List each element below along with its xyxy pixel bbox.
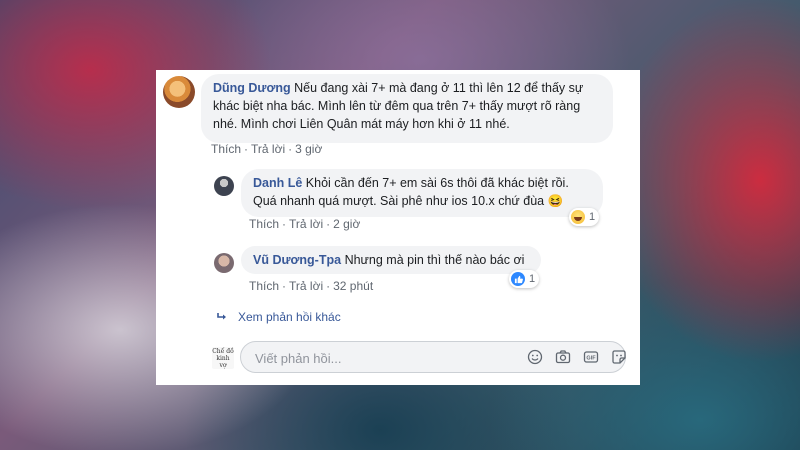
reaction-count: 1 <box>589 211 596 223</box>
avatar[interactable]: Chế đồ kinh vợ <box>212 347 234 369</box>
reply-actions: Thích · Trả lời · 32 phút <box>249 279 374 293</box>
comment-actions: Thích · Trả lời · 3 giờ <box>211 142 323 156</box>
emoji: 😆 <box>547 194 564 208</box>
reply-text: Nhưng mà pin thì thế nào bác ơi <box>344 253 525 267</box>
reply-button[interactable]: Trả lời <box>289 279 323 293</box>
reply-time[interactable]: 32 phút <box>333 279 373 293</box>
like-button[interactable]: Thích <box>249 279 279 293</box>
reply-author[interactable]: Danh Lê <box>253 176 302 190</box>
reply-bubble: Danh Lê Khỏi cần đến 7+ em sài 6s thôi đ… <box>241 169 603 217</box>
like-button[interactable]: Thích <box>249 217 279 231</box>
reply-arrow-icon <box>217 313 226 320</box>
reply-bubble: Vũ Dương-Tpa Nhưng mà pin thì thế nào bá… <box>241 246 541 274</box>
comment-author[interactable]: Dũng Dương <box>213 81 291 95</box>
avatar[interactable] <box>214 253 234 273</box>
gif-icon[interactable]: GIF <box>583 349 599 365</box>
reply-button[interactable]: Trả lời <box>251 142 285 156</box>
more-replies-link[interactable]: Xem phản hồi khác <box>216 310 341 324</box>
svg-text:GIF: GIF <box>586 356 596 362</box>
avatar[interactable] <box>214 176 234 196</box>
camera-icon[interactable] <box>555 349 571 365</box>
comment-thread-panel: Dũng Dương Nếu đang xài 7+ mà đang ở 11 … <box>156 70 640 385</box>
comment-time[interactable]: 3 giờ <box>295 142 322 156</box>
haha-icon <box>571 210 585 224</box>
like-icon <box>511 272 525 286</box>
more-replies-label: Xem phản hồi khác <box>238 310 341 324</box>
reply-time[interactable]: 2 giờ <box>333 217 360 231</box>
like-button[interactable]: Thích <box>211 142 241 156</box>
reply-button[interactable]: Trả lời <box>289 217 323 231</box>
reply-input[interactable] <box>253 342 517 374</box>
reaction-count: 1 <box>529 273 536 285</box>
reaction-badge[interactable]: 1 <box>509 270 540 288</box>
reply-actions: Thích · Trả lời · 2 giờ <box>249 217 361 231</box>
avatar[interactable] <box>163 76 195 108</box>
reply-composer: GIF <box>240 341 627 374</box>
reaction-badge[interactable]: 1 <box>569 208 600 226</box>
comment-bubble: Dũng Dương Nếu đang xài 7+ mà đang ở 11 … <box>201 74 613 143</box>
reply-author[interactable]: Vũ Dương-Tpa <box>253 253 341 267</box>
emoji-icon[interactable] <box>527 349 543 365</box>
sticker-icon[interactable] <box>611 349 627 365</box>
